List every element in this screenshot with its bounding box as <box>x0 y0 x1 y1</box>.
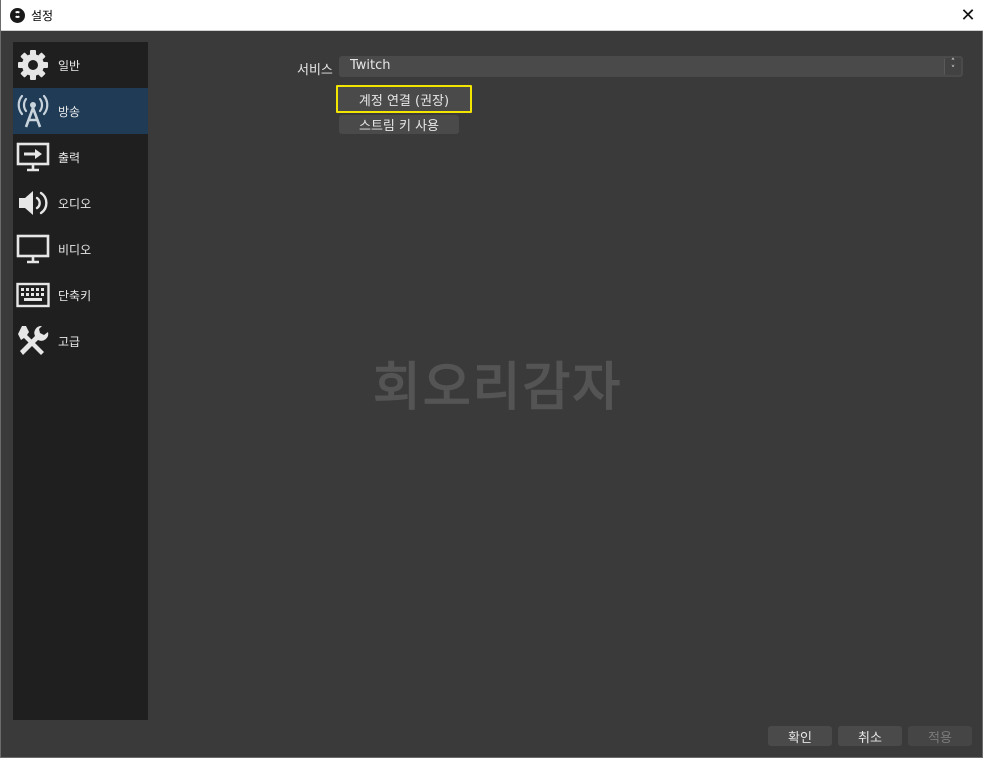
use-stream-key-button[interactable]: 스트림 키 사용 <box>339 115 459 134</box>
sidebar-item-audio[interactable]: 오디오 <box>13 180 148 226</box>
service-value: Twitch <box>350 58 391 73</box>
cancel-button[interactable]: 취소 <box>838 726 902 746</box>
speaker-icon <box>16 186 50 220</box>
settings-sidebar: 일반 방송 출력 오디오 비디오 단축키 고급 <box>13 42 148 720</box>
sidebar-item-advanced[interactable]: 고급 <box>13 318 148 364</box>
keyboard-icon <box>16 278 50 312</box>
sidebar-item-label: 비디오 <box>58 242 92 257</box>
ok-button[interactable]: 확인 <box>768 726 832 746</box>
watermark-text: 회오리감자 <box>373 358 623 418</box>
sidebar-item-hotkeys[interactable]: 단축키 <box>13 272 148 318</box>
window-title: 설정 <box>31 9 54 23</box>
sidebar-item-label: 출력 <box>58 150 81 165</box>
settings-window: 설정 ✕ 일반 방송 출력 오디오 비디오 단축키 고급 서비스 Twitch … <box>0 0 983 758</box>
updown-chevron-icon: ˄ ˅ <box>944 58 961 75</box>
monitor-icon <box>16 232 50 266</box>
sidebar-item-label: 오디오 <box>58 196 92 211</box>
apply-button[interactable]: 적용 <box>908 726 972 746</box>
output-icon <box>16 140 50 174</box>
sidebar-item-stream[interactable]: 방송 <box>13 88 148 134</box>
connect-account-button[interactable]: 계정 연결 (권장) <box>336 85 472 113</box>
close-button[interactable]: ✕ <box>952 0 983 30</box>
sidebar-item-general[interactable]: 일반 <box>13 42 148 88</box>
gear-icon <box>16 48 50 82</box>
service-label: 서비스 <box>297 63 333 78</box>
tools-icon <box>16 324 50 358</box>
sidebar-item-label: 방송 <box>58 104 81 119</box>
sidebar-item-output[interactable]: 출력 <box>13 134 148 180</box>
sidebar-item-video[interactable]: 비디오 <box>13 226 148 272</box>
sidebar-item-label: 일반 <box>58 58 81 73</box>
sidebar-item-label: 고급 <box>58 334 81 349</box>
obs-logo-icon <box>10 8 25 23</box>
title-bar: 설정 ✕ <box>1 0 983 31</box>
service-dropdown[interactable]: Twitch ˄ ˅ <box>339 56 963 77</box>
sidebar-item-label: 단축키 <box>58 288 92 303</box>
broadcast-icon <box>16 94 50 128</box>
